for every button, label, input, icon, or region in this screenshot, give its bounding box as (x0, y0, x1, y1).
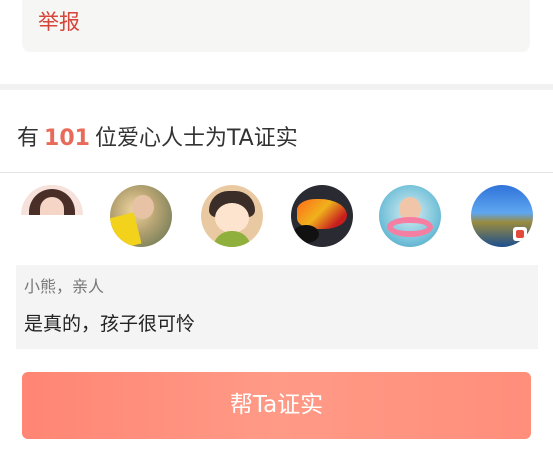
avatar-motorcycle-icon[interactable] (291, 185, 353, 247)
comment-text: 是真的，孩子很可怜 (24, 313, 196, 335)
comment-author: 小熊，亲人 (24, 277, 105, 296)
verify-prefix: 有 (17, 126, 40, 151)
report-link[interactable]: 举报 (38, 9, 80, 35)
avatar-swim-ring (387, 217, 433, 237)
avatar-child-swimming-icon[interactable] (379, 185, 441, 247)
comment-card: 小熊，亲人 是真的，孩子很可怜 (16, 265, 538, 349)
verify-suffix: 位爱心人士为TA证实 (94, 126, 298, 151)
avatar-cartoon-girl-icon[interactable] (201, 185, 263, 247)
report-card[interactable]: 举报 (22, 0, 530, 52)
help-verify-label: 帮Ta证实 (229, 392, 324, 418)
verify-summary: 有 101 位爱心人士为TA证实 (17, 125, 298, 153)
verifier-avatar-list[interactable] (0, 173, 553, 253)
avatar-woman-icon[interactable] (21, 185, 83, 215)
verification-page: 举报 有 101 位爱心人士为TA证实 小熊，亲人 是真的，孩子很可怜 帮Ta证… (0, 0, 553, 449)
avatar-child-reading-icon[interactable] (110, 185, 172, 247)
help-verify-button[interactable]: 帮Ta证实 (22, 372, 531, 439)
avatar-shirt (213, 231, 251, 247)
report-section: 举报 (0, 0, 553, 84)
verify-count: 101 (44, 126, 90, 151)
avatar-face (40, 197, 64, 215)
verify-header: 有 101 位爱心人士为TA证实 (0, 90, 553, 172)
avatar-wheel (293, 225, 319, 243)
badge-icon (513, 227, 527, 241)
avatar-face (215, 203, 249, 233)
avatar-landscape-icon[interactable] (471, 185, 533, 247)
avatar-face (132, 195, 154, 219)
